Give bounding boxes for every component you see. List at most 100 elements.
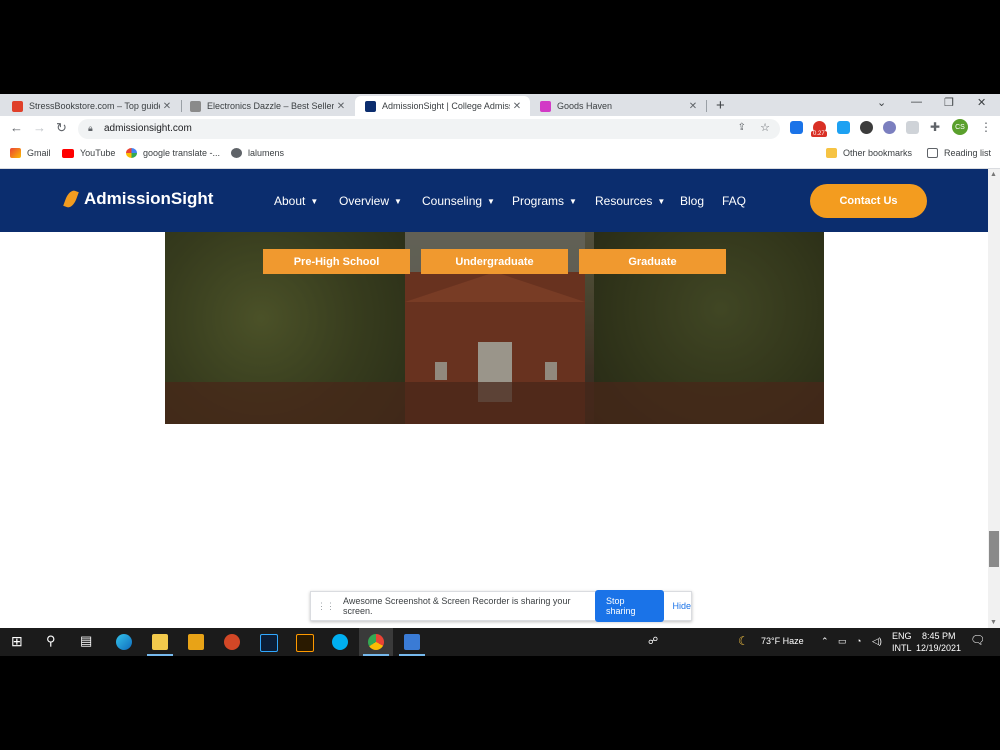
gmail-icon [10, 148, 21, 158]
illustrator-icon[interactable] [296, 634, 314, 652]
bookmark-google-translate[interactable]: google translate -... [126, 148, 220, 158]
globe-icon [231, 148, 242, 158]
drag-handle-icon[interactable]: ⋮⋮ [317, 601, 335, 612]
scrollbar-thumb[interactable] [989, 531, 999, 567]
scroll-up-arrow-icon[interactable]: ▲ [990, 171, 997, 178]
scroll-down-arrow-icon[interactable]: ▼ [990, 619, 997, 626]
task-view-icon[interactable]: ▤ [80, 633, 92, 649]
battery-icon[interactable]: ▭ [838, 636, 847, 647]
search-icon[interactable]: ⚲ [46, 633, 56, 649]
weather-text[interactable]: 73°F Haze [761, 636, 804, 646]
nav-programs[interactable]: Programs ▼ [512, 194, 577, 208]
volume-icon[interactable]: ◁) [872, 636, 882, 647]
contact-us-button[interactable]: Contact Us [810, 184, 927, 218]
nav-overview[interactable]: Overview ▼ [339, 194, 402, 208]
electronics-favicon-icon [190, 100, 201, 112]
profile-avatar[interactable]: CS [952, 119, 968, 135]
nav-counseling[interactable]: Counseling ▼ [422, 194, 495, 208]
language-indicator[interactable]: ENG [892, 631, 912, 641]
windows-taskbar: ⊞ ⚲ ▤ ☍ ☾ 73°F Haze ⌃ ▭ ◔ ◁) ENG INTL 8:… [0, 628, 1000, 656]
reading-list[interactable]: Reading list [927, 148, 991, 158]
reading-list-label: Reading list [944, 148, 992, 158]
other-bookmarks-label: Other bookmarks [843, 148, 913, 158]
chevron-up-icon[interactable]: ⌃ [821, 636, 829, 647]
chevron-down-icon: ▼ [569, 196, 577, 206]
page-scrollbar[interactable]: ▲ ▼ [988, 169, 1000, 628]
close-icon[interactable]: ✕ [334, 101, 348, 112]
share-message: Awesome Screenshot & Screen Recorder is … [343, 596, 571, 616]
tab-title: Electronics Dazzle – Best Sellers [207, 101, 334, 111]
clock-time[interactable]: 8:45 PM [922, 631, 956, 641]
share-icon[interactable]: ⇪ [738, 122, 746, 133]
site-header: AdmissionSight About ▼ Overview ▼ Counseli… [0, 169, 988, 232]
close-icon[interactable]: ✕ [160, 101, 174, 112]
bookmark-gmail[interactable]: Gmail [10, 148, 51, 158]
other-bookmarks[interactable]: Other bookmarks [826, 148, 912, 158]
people-icon[interactable]: ☍ [648, 636, 658, 647]
tab-admissionsight[interactable]: AdmissionSight | College Admiss ✕ [355, 96, 530, 116]
minimize-button[interactable]: — [911, 96, 922, 108]
powerpoint-icon[interactable] [224, 634, 240, 650]
photos-icon[interactable] [404, 634, 420, 650]
notification-icon[interactable]: 🗨︎ [970, 633, 985, 647]
stop-sharing-button[interactable]: Stop sharing [594, 590, 665, 622]
tab-electronics-dazzle[interactable]: Electronics Dazzle – Best Sellers ✕ [180, 96, 354, 116]
keyboard-layout-indicator[interactable]: INTL [892, 643, 912, 653]
reload-button[interactable]: ↻ [56, 120, 67, 136]
windows-start-icon[interactable]: ⊞ [11, 633, 23, 650]
extension-grey-icon[interactable] [906, 121, 919, 134]
file-explorer-icon[interactable] [152, 634, 168, 650]
extension-icon[interactable] [790, 121, 803, 134]
forward-button[interactable]: → [33, 120, 46, 135]
chevron-down-icon: ▼ [310, 196, 319, 206]
bookmark-youtube[interactable]: YouTube [62, 148, 115, 158]
hide-button[interactable]: Hide [672, 601, 691, 611]
nav-resources[interactable]: Resources ▼ [595, 194, 665, 208]
bookmark-label: google translate -... [143, 148, 221, 158]
lock-icon[interactable]: 🔒︎ [88, 123, 93, 134]
wifi-icon[interactable]: ◔ [856, 636, 861, 646]
menu-kebab-icon[interactable]: ⋮ [980, 120, 992, 134]
nav-blog[interactable]: Blog [680, 194, 704, 208]
photoshop-icon[interactable] [260, 634, 278, 652]
weather-moon-icon[interactable]: ☾ [738, 634, 749, 648]
clock-date[interactable]: 12/19/2021 [916, 643, 961, 653]
nav-label: Blog [680, 194, 705, 208]
sublime-icon[interactable] [188, 634, 204, 650]
address-bar[interactable]: 🔒︎ admissionsight.com ⇪ ☆ [78, 119, 780, 139]
tab-search-icon[interactable]: ⌄ [877, 96, 886, 109]
site-logo[interactable]: AdmissionSight [63, 188, 213, 210]
restore-button[interactable]: ❐ [944, 96, 954, 109]
pre-high-school-button[interactable]: Pre-High School [263, 249, 410, 274]
edge-icon[interactable] [116, 634, 132, 650]
undergraduate-button[interactable]: Undergraduate [421, 249, 568, 274]
bookmark-label: lalumens [248, 148, 285, 158]
chevron-down-icon: ▼ [487, 196, 495, 206]
extension-dark-icon[interactable] [860, 121, 873, 134]
back-button[interactable]: ← [10, 120, 23, 135]
close-icon[interactable]: ✕ [686, 101, 700, 112]
bookmark-star-icon[interactable]: ☆ [760, 121, 770, 134]
extension-purple-icon[interactable] [883, 121, 896, 134]
window-close-button[interactable]: ✕ [977, 96, 986, 109]
chrome-icon[interactable] [368, 634, 384, 650]
leaf-logo-icon [63, 188, 79, 210]
url-text[interactable]: admissionsight.com [104, 123, 192, 134]
tab-goods-haven[interactable]: Goods Haven ✕ [530, 96, 706, 116]
tab-stressbookstore[interactable]: StressBookstore.com – Top guide ✕ [2, 96, 180, 116]
new-tab-button[interactable]: + [716, 97, 725, 114]
nav-label: About [274, 194, 306, 208]
skype-icon[interactable] [332, 634, 348, 650]
nav-about[interactable]: About ▼ [274, 194, 318, 208]
close-icon[interactable]: ✕ [510, 101, 524, 112]
skype-extension-icon[interactable] [837, 121, 850, 134]
admissionsight-favicon-icon [365, 100, 376, 112]
nav-faq[interactable]: FAQ [722, 194, 746, 208]
google-icon [126, 148, 137, 158]
bookmark-lalumens[interactable]: lalumens [231, 148, 284, 158]
graduate-button[interactable]: Graduate [579, 249, 726, 274]
extensions-puzzle-icon[interactable]: ✚ [930, 120, 940, 134]
active-app-indicator [363, 654, 389, 656]
chevron-down-icon: ▼ [394, 196, 402, 206]
bookmarks-bar: Gmail YouTube google translate -... lalu… [0, 142, 1000, 169]
